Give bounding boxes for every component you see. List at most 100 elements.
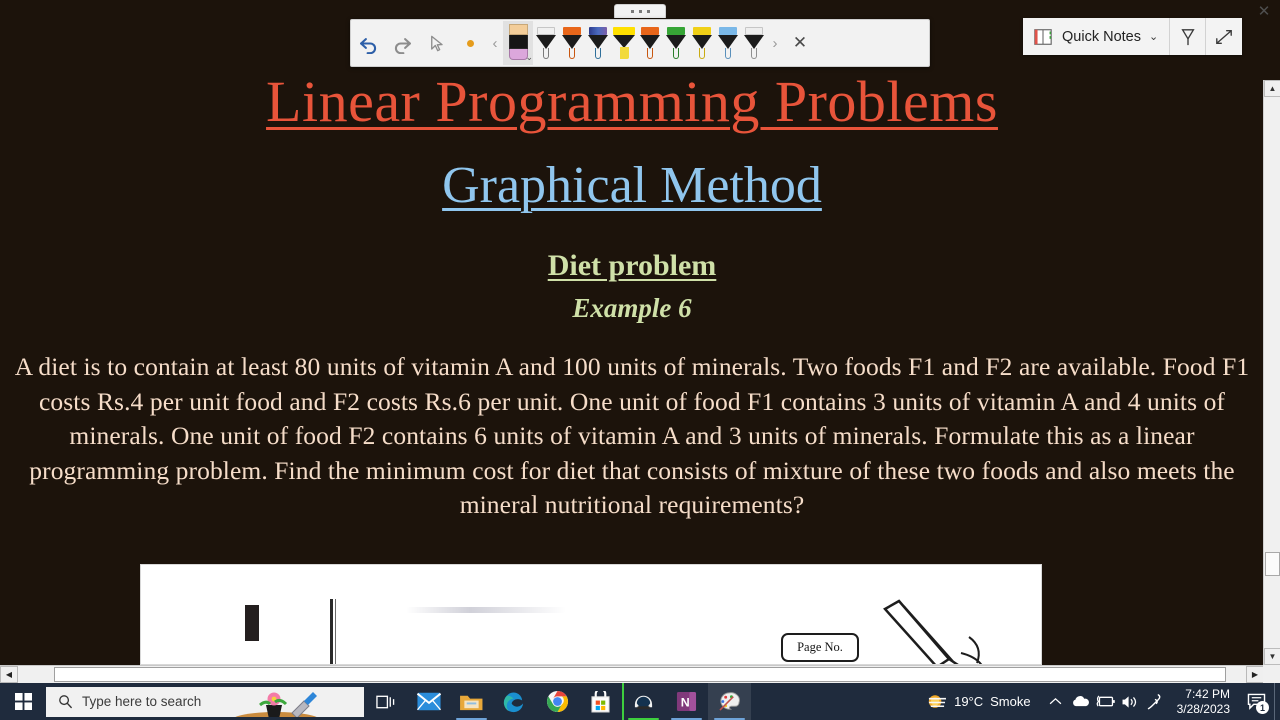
pen-cap [667, 27, 685, 35]
onedrive-tray-button[interactable] [1068, 683, 1093, 720]
presentation-slide-area[interactable]: Linear Programming Problems Graphical Me… [0, 0, 1264, 665]
color-well-eraser-tool[interactable]: ⌄ [503, 21, 533, 65]
onenote-icon: N [676, 691, 697, 712]
pen-tip [595, 48, 601, 59]
microsoft-store-icon [591, 690, 610, 712]
quick-notes-dropdown[interactable]: Quick Notes ⌄ [1023, 18, 1171, 55]
lasso-select-cursor-icon [430, 35, 443, 51]
problem-statement-text: A diet is to contain at least 80 units o… [14, 352, 1250, 520]
page-subtitle: Graphical Method [442, 156, 822, 214]
notification-center-button[interactable]: 1 [1239, 683, 1274, 720]
task-view-icon [376, 695, 395, 708]
scroll-down-button[interactable]: ▼ [1264, 648, 1280, 665]
pen-tip [699, 48, 705, 59]
pen-drawing-icon [883, 599, 983, 664]
pens-scroll-prev-button[interactable]: ‹ [487, 35, 503, 52]
start-button[interactable] [0, 683, 46, 720]
paint-palette-icon [719, 692, 740, 711]
pen-orange-2[interactable] [637, 23, 663, 63]
lasso-select-button[interactable] [419, 23, 453, 63]
pen-white[interactable] [533, 23, 559, 63]
folder-icon [460, 695, 483, 710]
pen-tip [543, 48, 549, 59]
pen-cap [719, 27, 737, 35]
pen-silver[interactable] [741, 23, 767, 63]
highlighter-cap [613, 27, 635, 35]
pen-cap [563, 27, 581, 35]
redo-arrow-icon [394, 37, 411, 54]
quick-notes-bar[interactable]: Quick Notes ⌄ [1023, 18, 1243, 55]
clock-time: 7:42 PM [1185, 686, 1230, 701]
pen-orange[interactable] [559, 23, 585, 63]
taskbar-chrome[interactable] [536, 683, 579, 720]
search-input[interactable]: Type here to search [46, 686, 364, 717]
pen-body [666, 35, 686, 49]
window-close-button[interactable]: ✕ [1250, 0, 1278, 22]
show-desktop-button[interactable] [1274, 683, 1280, 720]
page-title: Linear Programming Problems [266, 69, 998, 134]
section-heading: Diet problem [547, 249, 717, 283]
scroll-left-button[interactable]: ◀ [0, 666, 18, 683]
ink-toolbar[interactable]: ‹ ⌄ › ✕ [350, 19, 930, 67]
undo-button[interactable] [351, 23, 385, 63]
scroll-up-button[interactable]: ▲ [1264, 80, 1280, 97]
pen-tip [673, 48, 679, 59]
weather-condition: Smoke [990, 694, 1031, 709]
pen-cap [589, 27, 607, 35]
notebook-margin-line [330, 599, 333, 664]
notification-count-badge: 1 [1256, 701, 1269, 714]
taskbar-file-explorer[interactable] [450, 683, 493, 720]
show-hidden-icons-button[interactable] [1043, 683, 1068, 720]
volume-tray-button[interactable] [1118, 683, 1143, 720]
edge-browser-icon [503, 692, 524, 713]
close-ink-toolbar-button[interactable]: ✕ [783, 23, 817, 63]
touch-writing-button[interactable] [453, 23, 487, 63]
pens-scroll-next-button[interactable]: › [767, 35, 783, 52]
taskbar-mail[interactable] [407, 683, 450, 720]
chevron-down-icon[interactable]: ⌄ [525, 52, 533, 63]
redo-button[interactable] [385, 23, 419, 63]
ink-dot-icon [466, 39, 474, 47]
pencil-smudge [406, 607, 566, 613]
clock-widget[interactable]: 7:42 PM 3/28/2023 [1168, 687, 1239, 717]
pen-body [640, 35, 660, 49]
taskbar-edge[interactable] [493, 683, 536, 720]
windows-ink-tray-button[interactable] [1143, 683, 1168, 720]
pen-yellow[interactable] [689, 23, 715, 63]
vertical-scrollbar[interactable]: ▲ ▼ [1263, 80, 1280, 665]
horizontal-scroll-thumb[interactable] [54, 667, 1226, 682]
app-running-indicator [622, 683, 624, 720]
pen-lightblue[interactable] [715, 23, 741, 63]
task-view-button[interactable] [364, 683, 407, 720]
expand-window-button[interactable] [1206, 18, 1242, 55]
notebook-page-photo[interactable]: Page No. [140, 564, 1042, 665]
windows-taskbar[interactable]: Type here to search N 19°C Smoke 7:42 PM… [0, 683, 1280, 720]
pen-green[interactable] [663, 23, 689, 63]
pen-body [744, 35, 764, 49]
pen-galaxy[interactable] [585, 23, 611, 63]
toolbar-drag-handle[interactable] [614, 4, 666, 18]
taskbar-game-helmet[interactable] [622, 683, 665, 720]
weather-temperature: 19°C [954, 694, 984, 709]
close-icon: ✕ [792, 33, 808, 52]
taskbar-paint[interactable] [708, 683, 751, 720]
pen-body [562, 35, 582, 49]
highlighter-yellow[interactable] [611, 23, 637, 63]
swatch-mid [508, 35, 528, 49]
weather-widget[interactable]: 19°C Smoke [920, 693, 1043, 711]
screen-root: Linear Programming Problems Graphical Me… [0, 0, 1280, 720]
system-tray[interactable]: 19°C Smoke 7:42 PM 3/28/2023 1 [920, 683, 1280, 720]
undo-arrow-icon [359, 37, 376, 54]
windows-start-icon [14, 693, 32, 710]
horizontal-scrollbar[interactable]: ◀ ▶ [0, 665, 1264, 683]
pen-body [536, 35, 556, 49]
vertical-scroll-thumb[interactable] [1265, 552, 1280, 576]
highlighter-tool-button[interactable] [1170, 18, 1207, 55]
scroll-right-button[interactable]: ▶ [1246, 666, 1264, 683]
taskbar-microsoft-store[interactable] [579, 683, 622, 720]
pen-tip [725, 48, 731, 59]
battery-tray-button[interactable] [1093, 683, 1118, 720]
hazy-sun-icon [928, 694, 947, 708]
taskbar-onenote[interactable]: N [665, 683, 708, 720]
pen-tip [569, 48, 575, 59]
